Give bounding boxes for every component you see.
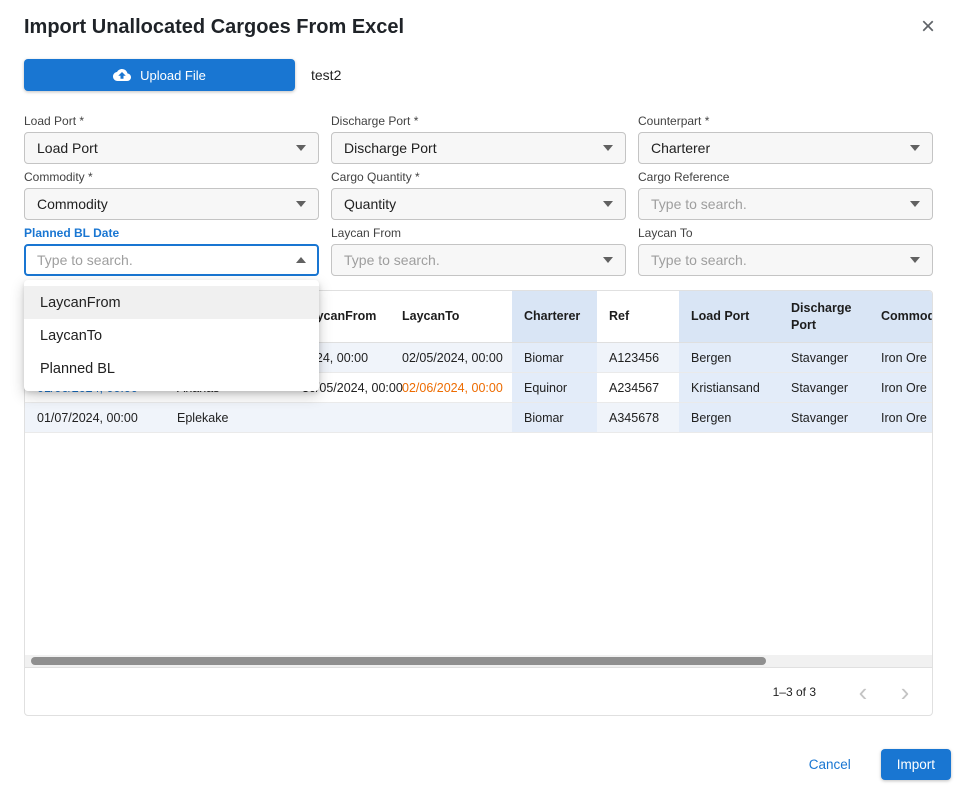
chevron-down-icon (296, 201, 306, 207)
table-empty-area (25, 433, 932, 655)
table-cell (290, 403, 390, 432)
table-cell: A123456 (597, 343, 679, 372)
chevron-down-icon (603, 201, 613, 207)
select-value: Discharge Port (344, 140, 437, 156)
table-cell: Equinor (512, 373, 597, 402)
chevron-down-icon (910, 201, 920, 207)
table-cell: 01/07/2024, 00:00 (25, 403, 165, 432)
column-header-charterer: Charterer (512, 291, 597, 342)
form-field-cargo-quantity: Cargo Quantity * Quantity (331, 170, 626, 220)
table-cell: Stavanger (779, 343, 869, 372)
select-value: Charterer (651, 140, 710, 156)
dialog-title: Import Unallocated Cargoes From Excel (24, 16, 404, 39)
table-cell: Stavanger (779, 373, 869, 402)
upload-file-label: Upload File (140, 68, 206, 83)
select-value: Commodity (37, 196, 108, 212)
planned-bl-dropdown-menu: LaycanFromLaycanToPlanned BL (24, 280, 319, 391)
select-placeholder: Type to search. (344, 252, 440, 268)
form-field-laycan-to: Laycan To Type to search. (638, 226, 933, 276)
select-placeholder: Type to search. (651, 196, 747, 212)
chevron-down-icon (603, 145, 613, 151)
menu-item-laycanfrom[interactable]: LaycanFrom (24, 286, 319, 319)
menu-item-planned-bl[interactable]: Planned BL (24, 352, 319, 385)
horizontal-scrollbar[interactable] (25, 655, 932, 667)
table-cell: Bergen (679, 403, 779, 432)
field-label: Load Port * (24, 114, 319, 129)
form-grid: Load Port *Load PortDischarge Port *Disc… (24, 114, 933, 276)
import-button[interactable]: Import (881, 749, 951, 780)
table-cell: Eplekake (165, 403, 290, 432)
table-cell: Biomar (512, 343, 597, 372)
select-planned-bl-date[interactable]: Type to search. (24, 244, 319, 276)
chevron-left-icon[interactable]: ‹ (846, 675, 880, 709)
cancel-button[interactable]: Cancel (801, 751, 859, 778)
table-cell: 02/06/2024, 00:00 (390, 373, 512, 402)
import-cargoes-dialog: Import Unallocated Cargoes From Excel × … (0, 0, 957, 789)
table-cell: A345678 (597, 403, 679, 432)
dialog-actions: Cancel Import (801, 749, 951, 780)
select-laycan-from[interactable]: Type to search. (331, 244, 626, 276)
column-header-laycanto: LaycanTo (390, 291, 512, 342)
field-label: Cargo Reference (638, 170, 933, 185)
column-header-ref: Ref (597, 291, 679, 342)
form-field-planned-bl-date: Planned BL Date Type to search. (24, 226, 319, 276)
table-cell: Bergen (679, 343, 779, 372)
select-counterpart[interactable]: Charterer (638, 132, 933, 164)
table-cell (390, 403, 512, 432)
field-label: Discharge Port * (331, 114, 626, 129)
select-commodity[interactable]: Commodity (24, 188, 319, 220)
table-cell: Kristiansand (679, 373, 779, 402)
pagination-range-label: 1–3 of 3 (773, 685, 816, 699)
table-cell: 02/05/2024, 00:00 (390, 343, 512, 372)
column-header-commodity: Commodity (869, 291, 933, 342)
form-field-cargo-reference: Cargo Reference Type to search. (638, 170, 933, 220)
select-discharge-port[interactable]: Discharge Port (331, 132, 626, 164)
table-cell: A234567 (597, 373, 679, 402)
chevron-down-icon (296, 145, 306, 151)
form-field-discharge-port: Discharge Port * Discharge Port (331, 114, 626, 164)
chevron-right-icon[interactable]: › (888, 675, 922, 709)
table-cell: Stavanger (779, 403, 869, 432)
column-header-discharge-port: Discharge Port (779, 291, 869, 342)
select-cargo-quantity[interactable]: Quantity (331, 188, 626, 220)
chevron-down-icon (910, 257, 920, 263)
field-label: Commodity * (24, 170, 319, 185)
table-cell: Iron Ore (869, 403, 933, 432)
chevron-down-icon (603, 257, 613, 263)
close-icon[interactable]: × (913, 12, 943, 42)
table-row: 01/07/2024, 00:00Eplekake BiomarA345678Be… (25, 403, 933, 433)
field-label: Planned BL Date (24, 226, 319, 241)
select-cargo-reference[interactable]: Type to search. (638, 188, 933, 220)
table-cell: Iron Ore (869, 373, 933, 402)
form-field-commodity: Commodity * Commodity (24, 170, 319, 220)
chevron-down-icon (910, 145, 920, 151)
field-label: Cargo Quantity * (331, 170, 626, 185)
column-header-load-port: Load Port (679, 291, 779, 342)
field-label: Laycan To (638, 226, 933, 241)
form-field-counterpart: Counterpart * Charterer (638, 114, 933, 164)
select-value: Quantity (344, 196, 396, 212)
uploaded-file-name: test2 (311, 67, 341, 83)
chevron-up-icon (296, 257, 306, 263)
select-value: Load Port (37, 140, 98, 156)
table-cell: Biomar (512, 403, 597, 432)
field-label: Laycan From (331, 226, 626, 241)
select-placeholder: Type to search. (651, 252, 747, 268)
form-field-laycan-from: Laycan From Type to search. (331, 226, 626, 276)
select-load-port[interactable]: Load Port (24, 132, 319, 164)
table-pagination: 1–3 of 3 ‹ › (25, 667, 932, 715)
menu-item-laycanto[interactable]: LaycanTo (24, 319, 319, 352)
select-laycan-to[interactable]: Type to search. (638, 244, 933, 276)
select-placeholder: Type to search. (37, 252, 133, 268)
field-label: Counterpart * (638, 114, 933, 129)
table-cell: Iron Ore (869, 343, 933, 372)
upload-file-button[interactable]: Upload File (24, 59, 295, 91)
form-field-load-port: Load Port * Load Port (24, 114, 319, 164)
horizontal-scrollbar-thumb[interactable] (31, 657, 766, 665)
cloud-upload-icon (113, 66, 131, 84)
